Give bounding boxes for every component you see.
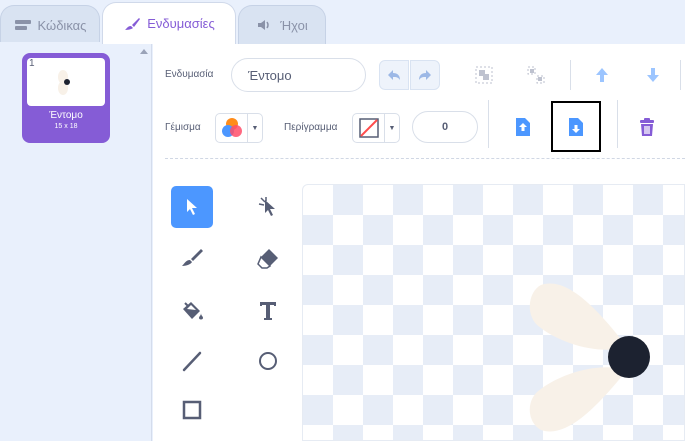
tab-code-label: Κώδικας xyxy=(37,17,87,33)
code-blocks-icon xyxy=(14,20,31,30)
group-icon xyxy=(475,66,493,84)
reshape-tool[interactable] xyxy=(247,186,289,228)
brush-tool[interactable] xyxy=(171,237,213,279)
front-icon xyxy=(516,118,530,136)
fill-color-picker[interactable]: ▼ xyxy=(215,113,263,143)
group-button[interactable] xyxy=(469,60,499,90)
ungroup-button[interactable] xyxy=(521,60,551,90)
chevron-down-icon: ▼ xyxy=(388,124,396,132)
text-tool[interactable] xyxy=(247,290,289,332)
costume-name-label: Ενδυμασία xyxy=(165,69,214,80)
costume-thumbnail: 1 xyxy=(27,58,105,106)
rectangle-tool[interactable] xyxy=(171,389,213,431)
arrow-cursor-icon xyxy=(187,199,197,215)
tab-costumes[interactable]: Ενδυμασίες xyxy=(102,2,236,44)
delete-button[interactable] xyxy=(632,112,662,142)
paint-canvas[interactable] xyxy=(302,184,685,441)
tab-code[interactable]: Κώδικας xyxy=(0,5,100,44)
forward-button[interactable] xyxy=(587,60,617,90)
highlight-frame xyxy=(551,101,601,152)
paint-bucket-icon xyxy=(183,302,203,320)
backward-icon xyxy=(647,68,659,82)
tab-bar: Κώδικας Ενδυμασίες Ήχοι xyxy=(0,0,685,44)
eraser-icon xyxy=(257,249,278,269)
outline-color-picker[interactable]: ▼ xyxy=(352,113,400,143)
fill-tool[interactable] xyxy=(171,290,213,332)
tab-sounds-label: Ήχοι xyxy=(280,17,308,33)
bring-to-front-button[interactable] xyxy=(508,112,538,142)
backward-button[interactable] xyxy=(638,60,668,90)
tab-sounds[interactable]: Ήχοι xyxy=(238,5,326,44)
reshape-cursor-icon xyxy=(258,197,275,216)
trash-icon xyxy=(640,118,654,136)
paintbrush-icon xyxy=(125,17,141,30)
outline-width-input[interactable]: 0 xyxy=(412,111,478,143)
paint-editor: Ενδυμασία Έντομο Γέμισμα ▼ Περίγραμμα ▼ … xyxy=(153,44,685,441)
undo-icon xyxy=(388,70,400,80)
text-t-icon xyxy=(260,302,276,320)
undo-button[interactable] xyxy=(379,60,409,90)
costume-size: 15 x 18 xyxy=(54,123,78,130)
select-tool[interactable] xyxy=(171,186,213,228)
toolbar-divider xyxy=(680,60,681,90)
fill-label: Γέμισμα xyxy=(165,122,201,133)
redo-icon xyxy=(419,70,431,80)
circle-tool[interactable] xyxy=(247,340,289,382)
toolbar-separator xyxy=(165,158,685,159)
eraser-tool[interactable] xyxy=(247,237,289,279)
toolbar-divider xyxy=(488,100,489,148)
outline-label: Περίγραμμα xyxy=(284,122,338,133)
line-tool[interactable] xyxy=(171,340,213,382)
costume-name: Έντομο xyxy=(49,110,83,121)
tab-costumes-label: Ενδυμασίες xyxy=(147,16,215,31)
redo-button[interactable] xyxy=(410,60,440,90)
costume-sprite-preview xyxy=(58,70,70,95)
chevron-down-icon: ▼ xyxy=(251,124,259,132)
costume-name-input[interactable]: Έντομο xyxy=(231,58,366,92)
speaker-icon xyxy=(258,20,269,30)
no-outline-icon xyxy=(358,118,379,138)
line-icon xyxy=(182,351,202,372)
brush-icon xyxy=(182,249,203,266)
rectangle-icon xyxy=(182,400,202,420)
costume-list: 1 Έντομο 15 x 18 xyxy=(0,42,152,441)
costume-card[interactable]: 1 Έντομο 15 x 18 xyxy=(22,53,110,143)
fill-swatch-icon xyxy=(221,118,242,137)
toolbar-divider xyxy=(570,60,571,90)
costume-number: 1 xyxy=(29,58,35,69)
circle-icon xyxy=(259,352,277,370)
costume-sprite xyxy=(529,283,650,432)
ungroup-icon xyxy=(527,66,545,84)
forward-icon xyxy=(596,68,608,82)
toolbar-divider xyxy=(617,100,618,148)
scroll-up-arrow[interactable] xyxy=(140,49,148,54)
